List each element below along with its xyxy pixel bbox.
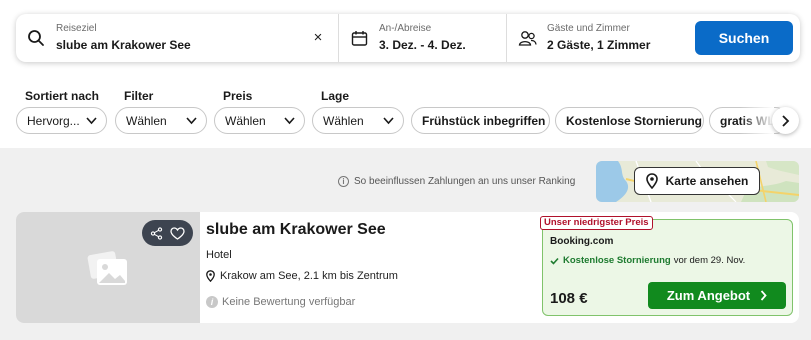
filter-dropdown-value: Wählen bbox=[126, 113, 167, 128]
chevron-down-icon bbox=[383, 117, 394, 125]
chevron-down-icon bbox=[284, 117, 295, 125]
cancellation-bold: Kostenlose Stornierung bbox=[563, 255, 671, 266]
view-deal-label: Zum Angebot bbox=[666, 288, 751, 303]
view-map-label: Karte ansehen bbox=[665, 174, 749, 188]
dates-label: An-/Abreise bbox=[379, 23, 432, 34]
results-area: i So beeinflussen Zahlungen an uns unser… bbox=[0, 148, 811, 340]
location-dropdown-value: Wählen bbox=[323, 113, 364, 128]
scroll-right-button[interactable] bbox=[772, 107, 799, 134]
dates-field[interactable]: An-/Abreise 3. Dez. - 4. Dez. bbox=[338, 14, 506, 62]
hotel-name[interactable]: slube am Krakower See bbox=[206, 221, 386, 239]
hotel-location-text: Krakow am See, 2.1 km bis Zentrum bbox=[220, 270, 398, 282]
destination-field[interactable]: Reiseziel slube am Krakower See × bbox=[16, 14, 338, 62]
hotel-rating-text: Keine Bewertung verfügbar bbox=[222, 296, 356, 308]
guests-label: Gäste und Zimmer bbox=[547, 23, 630, 34]
chevron-right-icon bbox=[782, 114, 790, 127]
filter-labels: Sortiert nach Filter Preis Lage bbox=[0, 89, 811, 103]
chevron-down-icon bbox=[86, 117, 97, 125]
lowest-price-badge: Unser niedrigster Preis bbox=[540, 216, 653, 230]
sort-label: Sortiert nach bbox=[25, 89, 100, 103]
destination-label: Reiseziel bbox=[56, 23, 97, 34]
image-placeholder-icon bbox=[87, 250, 127, 285]
photo-actions bbox=[142, 220, 193, 246]
chevron-right-icon bbox=[760, 290, 767, 301]
info-icon: i bbox=[338, 176, 349, 187]
price-label: Preis bbox=[223, 89, 253, 103]
sort-dropdown-value: Hervorg... bbox=[27, 113, 80, 128]
cancellation-filter-chip[interactable]: Kostenlose Stornierung bbox=[555, 107, 704, 134]
ranking-note[interactable]: i So beeinflussen Zahlungen an uns unser… bbox=[338, 176, 575, 187]
share-icon[interactable] bbox=[150, 226, 163, 240]
breakfast-filter-chip[interactable]: Frühstück inbegriffen bbox=[411, 107, 550, 134]
hotel-rating: i Keine Bewertung verfügbar bbox=[206, 296, 355, 308]
price-dropdown[interactable]: Wählen bbox=[214, 107, 305, 134]
clear-icon[interactable]: × bbox=[310, 30, 326, 46]
search-button[interactable]: Suchen bbox=[695, 21, 793, 55]
price-dropdown-value: Wählen bbox=[225, 113, 266, 128]
cancellation-info: Kostenlose Stornierung vor dem 29. Nov. bbox=[550, 255, 745, 266]
hotel-type: Hotel bbox=[206, 249, 232, 261]
chip-fade bbox=[740, 106, 774, 136]
chevron-down-icon bbox=[186, 117, 197, 125]
guests-icon bbox=[517, 28, 537, 48]
location-label: Lage bbox=[321, 89, 350, 103]
provider-name: Booking.com bbox=[550, 236, 614, 247]
hotel-card[interactable]: slube am Krakower See Hotel Krakow am Se… bbox=[16, 212, 799, 323]
map-pin-icon bbox=[645, 173, 658, 189]
breakfast-filter-label: Frühstück inbegriffen bbox=[422, 113, 546, 128]
guests-value: 2 Gäste, 1 Zimmer bbox=[547, 38, 651, 52]
heart-icon[interactable] bbox=[170, 226, 185, 240]
filter-dropdown[interactable]: Wählen bbox=[115, 107, 207, 134]
cancellation-filter-label: Kostenlose Stornierung bbox=[566, 113, 703, 128]
destination-value[interactable]: slube am Krakower See bbox=[56, 37, 191, 53]
sort-dropdown[interactable]: Hervorg... bbox=[16, 107, 107, 134]
search-bar: Reiseziel slube am Krakower See × An-/Ab… bbox=[16, 14, 800, 62]
filter-label: Filter bbox=[124, 89, 154, 103]
view-deal-button[interactable]: Zum Angebot bbox=[648, 282, 786, 309]
deal-box[interactable]: Booking.com Kostenlose Stornierung vor d… bbox=[542, 219, 793, 316]
rating-info-icon: i bbox=[206, 296, 218, 308]
map-pin-icon bbox=[206, 270, 215, 282]
price: 108 € bbox=[550, 290, 588, 307]
check-icon bbox=[550, 257, 559, 265]
cancellation-deadline: vor dem 29. Nov. bbox=[673, 255, 746, 266]
view-map-button[interactable]: Karte ansehen bbox=[634, 167, 760, 195]
hotel-photo[interactable] bbox=[16, 212, 200, 323]
calendar-icon bbox=[349, 28, 369, 48]
search-icon bbox=[26, 28, 46, 48]
guests-field[interactable]: Gäste und Zimmer 2 Gäste, 1 Zimmer bbox=[506, 14, 688, 62]
dates-value: 3. Dez. - 4. Dez. bbox=[379, 38, 466, 52]
hotel-location: Krakow am See, 2.1 km bis Zentrum bbox=[206, 270, 398, 282]
location-dropdown[interactable]: Wählen bbox=[312, 107, 404, 134]
ranking-note-text: So beeinflussen Zahlungen an uns unser R… bbox=[354, 176, 576, 187]
